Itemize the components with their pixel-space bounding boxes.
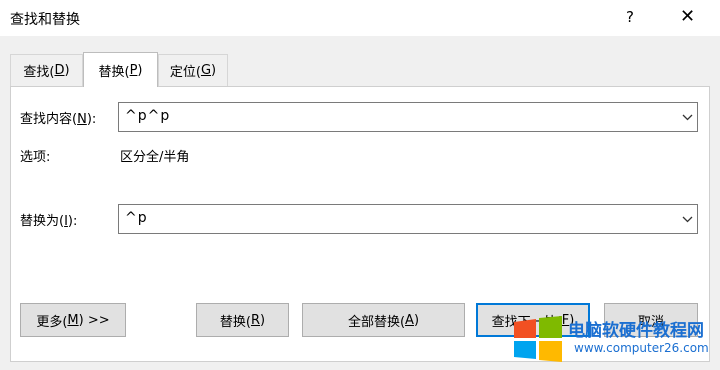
replace-all-label: 全部替换(: [347, 314, 406, 330]
tab-replace-label: 替换(: [98, 64, 130, 80]
options-value: 区分全/半角: [120, 150, 190, 165]
more-suffix: ) >>: [78, 312, 110, 328]
chevron-down-icon[interactable]: [676, 103, 697, 131]
title-bar: 查找和替换 ? ✕: [0, 0, 720, 36]
replace-label: 替换为(I):: [20, 210, 77, 229]
tab-goto-key: G: [200, 63, 212, 78]
replace-label-text: 替换为(: [20, 214, 65, 229]
replace-all-key: A: [405, 312, 414, 328]
find-label: 查找内容(N):: [20, 108, 96, 127]
tab-find-label: 查找(: [23, 65, 55, 80]
close-button[interactable]: ✕: [680, 6, 695, 27]
replace-button-label: 替换(: [219, 314, 251, 330]
more-button[interactable]: 更多(M) >>: [20, 303, 126, 337]
find-label-text: 查找内容(: [20, 112, 78, 127]
windows-logo-icon: [514, 316, 562, 362]
watermark-url: www.computer26.com: [574, 341, 709, 355]
replace-all-suffix: ): [413, 312, 420, 328]
tab-find-suffix: ): [64, 63, 70, 78]
dialog-title: 查找和替换: [10, 12, 80, 28]
replace-input[interactable]: ^p: [125, 210, 148, 226]
watermark-title: 电脑软硬件教程网: [568, 321, 704, 341]
tab-find[interactable]: 查找(D): [10, 54, 83, 86]
more-key: M: [67, 312, 79, 328]
replace-button-suffix: ): [260, 312, 266, 328]
watermark: 电脑软硬件教程网 www.computer26.com: [512, 314, 712, 362]
tab-replace-key: P: [129, 62, 138, 78]
tab-replace[interactable]: 替换(P): [83, 52, 158, 87]
replace-label-suffix: ):: [67, 214, 78, 229]
help-button[interactable]: ?: [626, 8, 634, 26]
chevron-down-icon[interactable]: [676, 205, 697, 233]
tab-replace-suffix: ): [137, 62, 143, 78]
replace-all-button[interactable]: 全部替换(A): [302, 303, 465, 337]
replace-button-key: R: [250, 312, 261, 328]
tab-goto-suffix: ): [211, 63, 217, 78]
tab-goto-label: 定位(: [169, 65, 201, 80]
find-label-key: N: [77, 112, 87, 127]
replace-combobox[interactable]: ^p: [118, 204, 698, 234]
find-combobox[interactable]: ^p^p: [118, 102, 698, 132]
tab-goto[interactable]: 定位(G): [158, 54, 228, 86]
find-input[interactable]: ^p^p: [125, 108, 170, 124]
tab-find-key: D: [54, 63, 65, 78]
replace-button[interactable]: 替换(R): [196, 303, 289, 337]
more-label: 更多(: [36, 314, 68, 330]
find-label-suffix: ):: [86, 112, 97, 127]
options-label: 选项:: [20, 150, 51, 165]
